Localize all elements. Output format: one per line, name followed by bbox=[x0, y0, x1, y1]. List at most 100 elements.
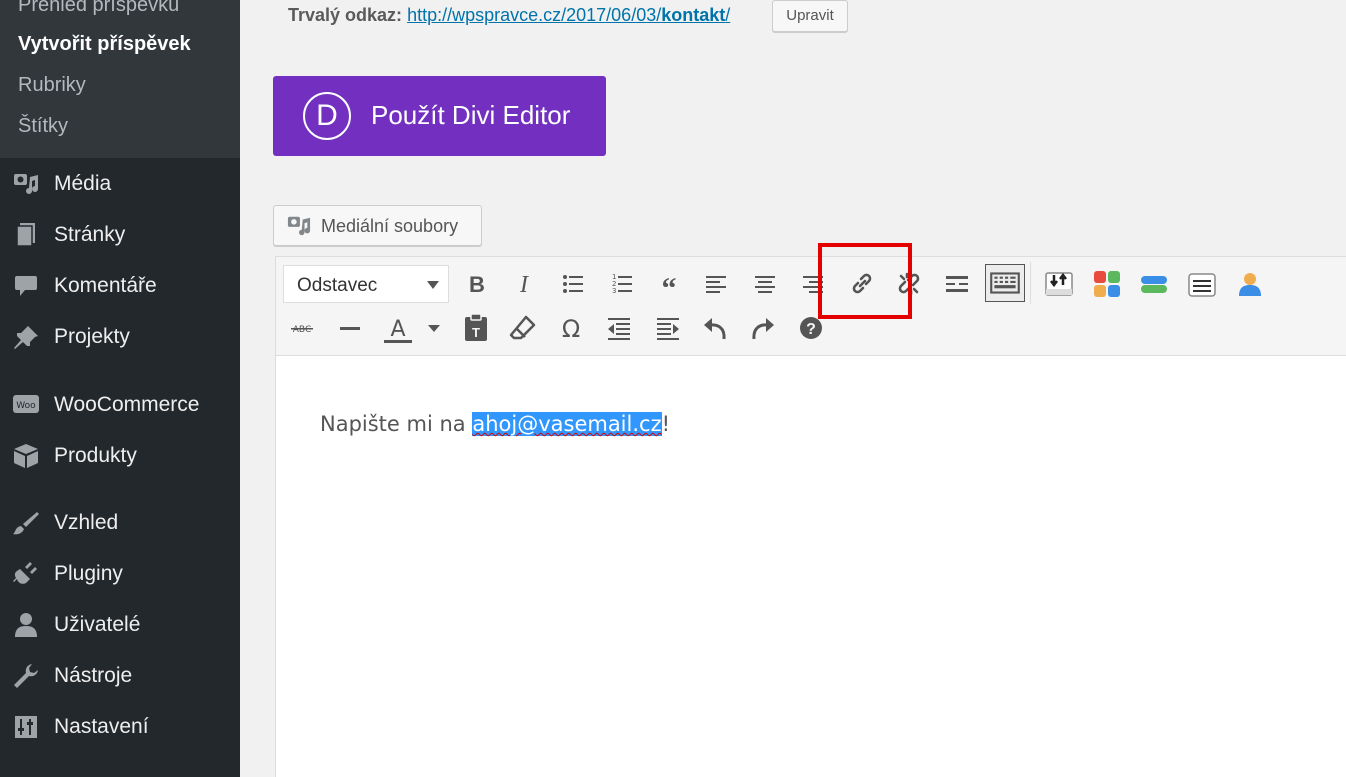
media-icon bbox=[14, 174, 38, 194]
read-more-button[interactable] bbox=[940, 267, 974, 301]
italic-button[interactable]: I bbox=[507, 267, 541, 301]
posts-submenu: Přehled příspěvků Vytvořit příspěvek Rub… bbox=[0, 0, 240, 158]
editor-paragraph[interactable]: Napište mi na ahoj@vasemail.cz! bbox=[320, 412, 670, 436]
permalink-url-base: http://wpspravce.cz/2017/06/03/ bbox=[407, 5, 662, 25]
submenu-categories[interactable]: Rubriky bbox=[18, 74, 86, 97]
align-left-icon bbox=[706, 276, 726, 293]
sidebar-item-label: Produkty bbox=[54, 444, 137, 467]
add-media-button[interactable]: Mediální soubory bbox=[273, 205, 482, 246]
special-character-button[interactable]: Ω bbox=[554, 311, 588, 345]
undo-button[interactable] bbox=[698, 311, 732, 345]
unlink-button[interactable] bbox=[892, 267, 926, 301]
clear-formatting-button[interactable] bbox=[506, 311, 540, 345]
pin-icon bbox=[14, 326, 38, 349]
wrench-icon bbox=[14, 664, 38, 688]
brush-icon bbox=[13, 512, 39, 535]
horizontal-line-button[interactable] bbox=[333, 311, 367, 345]
svg-text:A: A bbox=[390, 317, 405, 342]
permalink-row: Trvalý odkaz: http://wpspravce.cz/2017/0… bbox=[288, 5, 730, 26]
plug-icon bbox=[13, 562, 37, 584]
blocks-plugin-button[interactable] bbox=[1090, 267, 1124, 301]
sidebar-item-label: Pluginy bbox=[54, 562, 123, 585]
buttons-plugin-button[interactable] bbox=[1137, 267, 1171, 301]
paste-as-text-button[interactable]: T bbox=[459, 311, 493, 345]
svg-text:?: ? bbox=[806, 321, 816, 338]
help-button[interactable]: ? bbox=[794, 311, 828, 345]
sidebar-item-products[interactable]: Produkty bbox=[0, 436, 240, 476]
permalink-label: Trvalý odkaz: bbox=[288, 5, 403, 25]
sidebar-item-appearance[interactable]: Vzhled bbox=[0, 503, 240, 543]
submenu-tags[interactable]: Štítky bbox=[18, 115, 68, 138]
indent-button[interactable] bbox=[651, 311, 685, 345]
divi-editor-button[interactable]: D Použít Divi Editor bbox=[273, 76, 606, 156]
sidebar-item-woocommerce[interactable]: Woo WooCommerce bbox=[0, 385, 240, 425]
submenu-add-new[interactable]: Vytvořit příspěvek bbox=[18, 33, 191, 56]
sidebar-item-plugins[interactable]: Pluginy bbox=[0, 554, 240, 594]
admin-sidebar: Přehled příspěvků Vytvořit příspěvek Rub… bbox=[0, 0, 240, 777]
italic-icon: I bbox=[519, 272, 529, 298]
outdent-button[interactable] bbox=[602, 311, 636, 345]
sidebar-item-label: Vzhled bbox=[54, 511, 119, 534]
svg-text:T: T bbox=[472, 325, 480, 340]
insert-link-button[interactable] bbox=[845, 267, 879, 301]
editor-text-before: Napište mi na bbox=[320, 412, 473, 436]
link-icon bbox=[852, 273, 872, 294]
horizontal-line-icon bbox=[340, 327, 360, 330]
sidebar-item-projects[interactable]: Projekty bbox=[0, 317, 240, 357]
sidebar-item-settings[interactable]: Nastavení bbox=[0, 707, 240, 747]
svg-text:3: 3 bbox=[612, 287, 616, 295]
bold-button[interactable]: B bbox=[460, 267, 494, 301]
edit-slug-button[interactable]: Upravit bbox=[772, 0, 848, 32]
format-select[interactable]: Odstavec bbox=[283, 265, 449, 303]
align-left-button[interactable] bbox=[699, 267, 733, 301]
add-media-label: Mediální soubory bbox=[321, 216, 459, 236]
sidebar-item-users[interactable]: Uživatelé bbox=[0, 605, 240, 645]
sidebar-item-label: Nastavení bbox=[54, 715, 149, 738]
text-color-button[interactable]: A bbox=[381, 311, 415, 345]
paste-text-icon: T bbox=[465, 313, 487, 341]
submenu-all-posts[interactable]: Přehled příspěvků bbox=[18, 0, 179, 17]
redo-button[interactable] bbox=[746, 311, 780, 345]
numbered-list-button[interactable]: 123 bbox=[605, 267, 639, 301]
sidebar-item-pages[interactable]: Stránky bbox=[0, 215, 240, 255]
blockquote-button[interactable]: “ bbox=[652, 267, 686, 301]
sidebar-item-label: Média bbox=[54, 172, 112, 195]
bullet-list-icon bbox=[563, 275, 583, 293]
download-plugin-button[interactable] bbox=[1042, 267, 1076, 301]
align-center-icon bbox=[755, 276, 775, 293]
editor-content-area[interactable]: Napište mi na ahoj@vasemail.cz! bbox=[275, 356, 1346, 777]
svg-text:Ω: Ω bbox=[562, 315, 580, 343]
undo-icon bbox=[704, 318, 726, 340]
permalink-slug: kontakt bbox=[661, 5, 726, 25]
sidebar-item-comments[interactable]: Komentáře bbox=[0, 266, 240, 306]
permalink-url-end: / bbox=[725, 5, 731, 25]
bullet-list-button[interactable] bbox=[556, 267, 590, 301]
woo-icon: Woo bbox=[13, 395, 39, 413]
toolbar-toggle-button[interactable] bbox=[985, 264, 1025, 302]
chevron-down-icon[interactable] bbox=[428, 325, 440, 332]
sidebar-item-label: Projekty bbox=[54, 325, 130, 348]
permalink-url[interactable]: http://wpspravce.cz/2017/06/03/kontakt/ bbox=[407, 5, 730, 25]
divi-logo-icon: D bbox=[303, 92, 351, 140]
sidebar-item-label: Stránky bbox=[54, 223, 126, 246]
list-box-plugin-button[interactable] bbox=[1185, 267, 1219, 301]
align-right-button[interactable] bbox=[796, 267, 830, 301]
sidebar-item-media[interactable]: Média bbox=[0, 164, 240, 204]
user-icon bbox=[15, 613, 37, 637]
align-center-button[interactable] bbox=[748, 267, 782, 301]
strikethrough-button[interactable]: ABC bbox=[285, 311, 319, 345]
indent-icon bbox=[657, 318, 679, 340]
sidebar-item-label: Komentáře bbox=[54, 274, 157, 297]
buttons-icon bbox=[1141, 276, 1167, 293]
user-box-icon bbox=[1239, 273, 1261, 296]
comments-icon bbox=[15, 276, 37, 296]
user-box-plugin-button[interactable] bbox=[1233, 267, 1267, 301]
pages-icon bbox=[16, 223, 35, 247]
selected-email-text[interactable]: ahoj@vasemail.cz bbox=[472, 412, 662, 436]
sidebar-item-tools[interactable]: Nástroje bbox=[0, 656, 240, 696]
text-color-icon: A bbox=[384, 317, 412, 343]
align-right-icon bbox=[803, 276, 823, 293]
toolbar-toggle-icon bbox=[990, 272, 1020, 294]
settings-icon bbox=[15, 716, 37, 738]
bold-icon: B bbox=[469, 272, 485, 297]
